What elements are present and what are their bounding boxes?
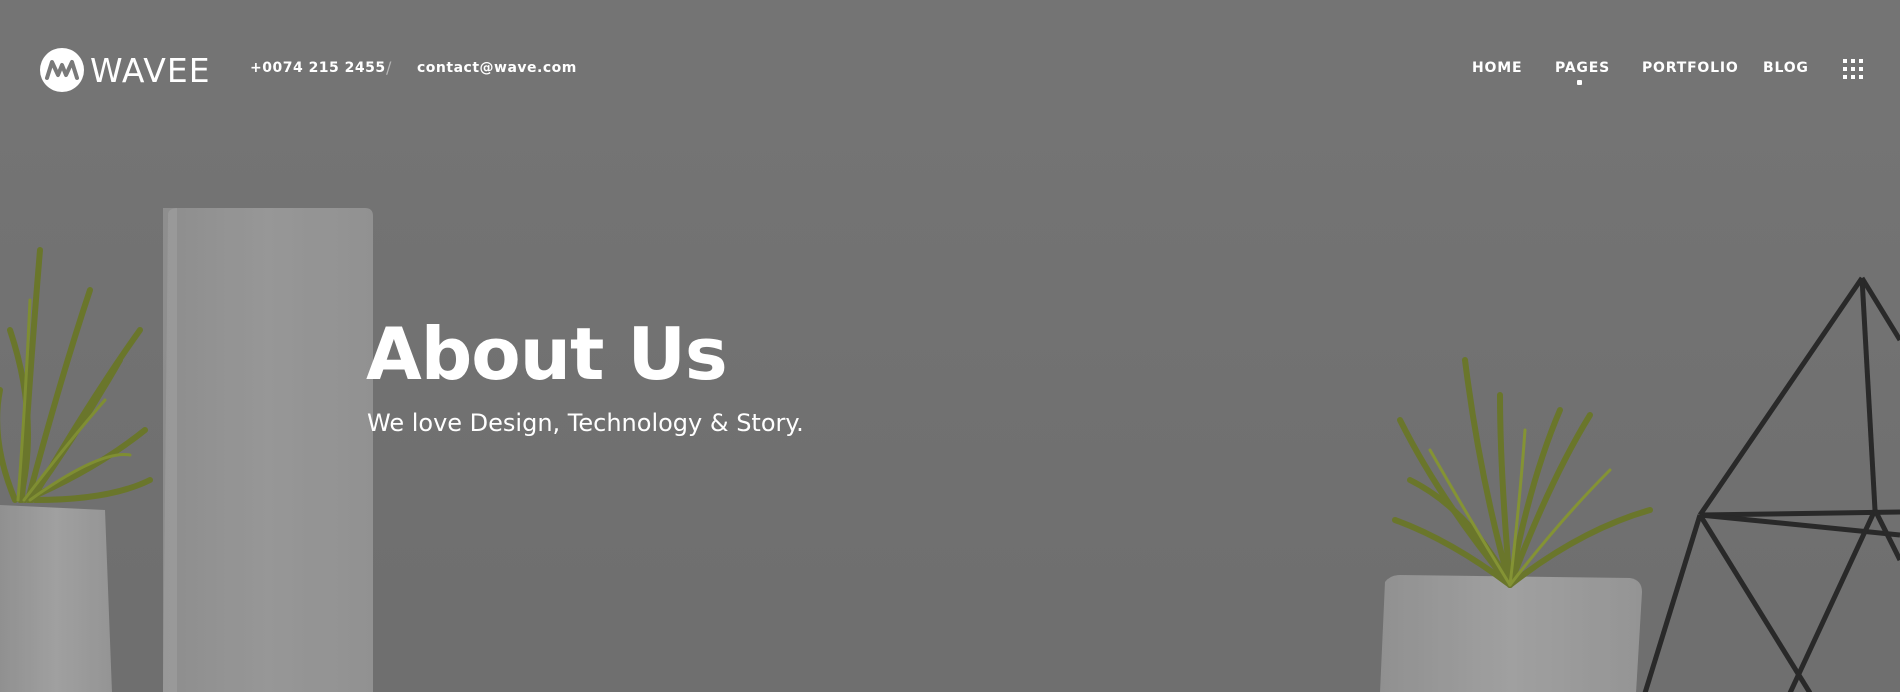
nav-item-home[interactable]: HOME [1472,60,1522,76]
nav-item-portfolio[interactable]: PORTFOLIO [1642,60,1739,76]
page-title: About Us [366,312,728,396]
site-header: WAVEE +0074 215 2455 / contact@wave.com … [0,0,1900,140]
nav-item-pages[interactable]: PAGES [1555,60,1610,76]
nav-active-indicator [1577,80,1582,85]
main-nav: HOME PAGES PORTFOLIO BLOG [0,60,1900,90]
hero-section: WAVEE +0074 215 2455 / contact@wave.com … [0,0,1900,693]
page-subtitle: We love Design, Technology & Story. [367,409,804,437]
nav-item-blog[interactable]: BLOG [1763,60,1809,76]
grid-menu-icon[interactable] [1843,59,1863,79]
